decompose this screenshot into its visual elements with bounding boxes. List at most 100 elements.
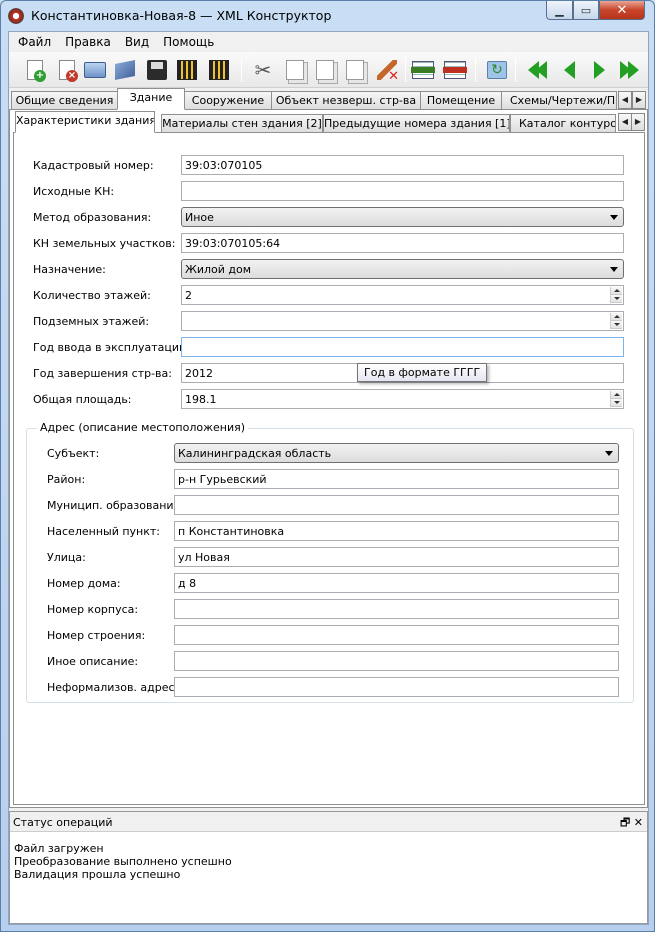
main-tabs: Общие сведения Здание Сооружение Объект …: [9, 88, 648, 110]
restore-icon[interactable]: 🗗: [620, 816, 630, 829]
status-title: Статус операций: [13, 816, 113, 829]
land-kn-input[interactable]: 39:03:070105:64: [181, 233, 624, 253]
building-label: Номер корпуса:: [47, 603, 139, 616]
menu-file[interactable]: Файл: [11, 35, 58, 49]
tabs-scroll-right[interactable]: ▶: [632, 91, 646, 109]
cadastral-input[interactable]: 39:03:070105: [181, 155, 624, 175]
tab-wall-materials[interactable]: Материалы стен здания [2]: [161, 114, 323, 133]
close-icon: ✕: [616, 2, 628, 18]
method-select[interactable]: Иное: [181, 207, 624, 227]
unformal-label: Неформализов. адрес:: [47, 681, 179, 694]
cut-button[interactable]: ✂: [251, 58, 275, 82]
district-row: Район: р-н Гурьевский: [27, 469, 633, 489]
district-input[interactable]: р-н Гурьевский: [174, 469, 619, 489]
cut-icon: ✂: [254, 58, 272, 82]
flash-button[interactable]: [113, 58, 137, 82]
unformal-row: Неформализов. адрес:: [27, 677, 633, 697]
subtabs-scroll-right[interactable]: ▶: [631, 113, 645, 131]
title-bar[interactable]: Константиновка-Новая-8 — XML Конструктор…: [1, 1, 654, 31]
save-icon: [147, 60, 167, 80]
next-button[interactable]: [587, 58, 611, 82]
save-button[interactable]: [145, 58, 169, 82]
spin-buttons[interactable]: [610, 287, 622, 303]
other-input[interactable]: [174, 651, 619, 671]
spin-up-icon: [611, 313, 622, 321]
close-doc-button[interactable]: ×: [55, 58, 79, 82]
delete-row-button[interactable]: [443, 58, 467, 82]
house-input[interactable]: д 8: [174, 573, 619, 593]
floors-label: Количество этажей:: [33, 289, 151, 302]
subject-row: Субъект: Калининградская область: [27, 443, 633, 463]
new-doc-button[interactable]: +: [23, 58, 47, 82]
unformal-input[interactable]: [174, 677, 619, 697]
spin-down-icon: [611, 295, 622, 303]
main-window: Константиновка-Новая-8 — XML Конструктор…: [0, 0, 655, 932]
subject-select[interactable]: Калининградская область: [174, 443, 619, 463]
status-header[interactable]: Статус операций 🗗 ✕: [10, 812, 647, 832]
locality-input[interactable]: п Константиновка: [174, 521, 619, 541]
locality-label: Населенный пункт:: [47, 525, 160, 538]
close-button[interactable]: ✕: [599, 1, 645, 20]
tab-premises[interactable]: Помещение: [420, 91, 502, 110]
status-panel: Статус операций 🗗 ✕ Файл загружен Преобр…: [9, 811, 648, 924]
tab-characteristics[interactable]: Характеристики здания: [15, 111, 155, 133]
structure-input[interactable]: [174, 625, 619, 645]
tab-schemes[interactable]: Схемы/Чертежи/Прил: [501, 91, 617, 110]
building-pane: Характеристики здания Материалы стен зда…: [9, 109, 648, 808]
subtabs-scroll-left[interactable]: ◀: [618, 113, 632, 131]
clear-button[interactable]: [375, 58, 399, 84]
tab-structure[interactable]: Сооружение: [184, 91, 272, 110]
cadastral-row: Кадастровый номер: 39:03:070105: [14, 155, 646, 175]
menu-help[interactable]: Помощь: [156, 35, 221, 49]
film-button[interactable]: [175, 58, 199, 82]
spin-buttons[interactable]: [610, 313, 622, 329]
method-label: Метод образования:: [33, 211, 152, 224]
purpose-select[interactable]: Жилой дом: [181, 259, 624, 279]
prev-button[interactable]: [557, 58, 581, 82]
tab-previous-numbers[interactable]: Предыдущие номера здания [1]: [323, 114, 510, 133]
tab-general[interactable]: Общие сведения: [11, 91, 118, 110]
film-icon: [177, 60, 197, 80]
underground-spinbox[interactable]: [181, 311, 624, 331]
tabs-scroll-left[interactable]: ◀: [618, 91, 632, 109]
insert-row-button[interactable]: [411, 58, 435, 82]
method-row: Метод образования: Иное: [14, 207, 646, 227]
menu-edit[interactable]: Правка: [58, 35, 118, 49]
chevron-down-icon: [610, 267, 618, 272]
year-commission-input[interactable]: [181, 337, 624, 357]
street-row: Улица: ул Новая: [27, 547, 633, 567]
film2-button[interactable]: [207, 58, 231, 82]
chevron-right-icon: ▶: [635, 95, 643, 104]
area-spinbox[interactable]: 198.1: [181, 389, 624, 409]
chevron-down-icon: [610, 215, 618, 220]
building-input[interactable]: [174, 599, 619, 619]
spin-up-icon: [611, 391, 622, 399]
locality-row: Населенный пункт: п Константиновка: [27, 521, 633, 541]
close-icon[interactable]: ✕: [634, 816, 643, 829]
building-row: Номер корпуса:: [27, 599, 633, 619]
paste-add-button[interactable]: [343, 58, 367, 82]
street-label: Улица:: [47, 551, 86, 564]
tab-contours[interactable]: Каталог контуров: [510, 114, 616, 133]
tab-unfinished[interactable]: Объект незверш. стр-ва: [271, 91, 421, 110]
municipal-input[interactable]: [174, 495, 619, 515]
refresh-button[interactable]: ↻: [485, 58, 509, 82]
menu-view[interactable]: Вид: [118, 35, 156, 49]
new-doc-icon: +: [27, 60, 46, 82]
source-kn-input[interactable]: [181, 181, 624, 201]
tab-building[interactable]: Здание: [117, 88, 185, 110]
next-icon: [593, 61, 605, 79]
spin-buttons[interactable]: [610, 391, 622, 407]
minimize-button[interactable]: ▁: [546, 1, 573, 20]
first-button[interactable]: [525, 58, 549, 82]
address-group-title: Адрес (описание местоположения): [37, 421, 249, 434]
paste-button[interactable]: [313, 58, 337, 82]
last-button[interactable]: [617, 58, 641, 82]
maximize-button[interactable]: ▭: [573, 1, 599, 20]
print-button[interactable]: [83, 58, 107, 82]
log-line: Валидация прошла успешно: [14, 868, 181, 881]
copy-button[interactable]: [283, 58, 307, 82]
floors-spinbox[interactable]: 2: [181, 285, 624, 305]
street-input[interactable]: ул Новая: [174, 547, 619, 567]
spin-down-icon: [611, 321, 622, 329]
